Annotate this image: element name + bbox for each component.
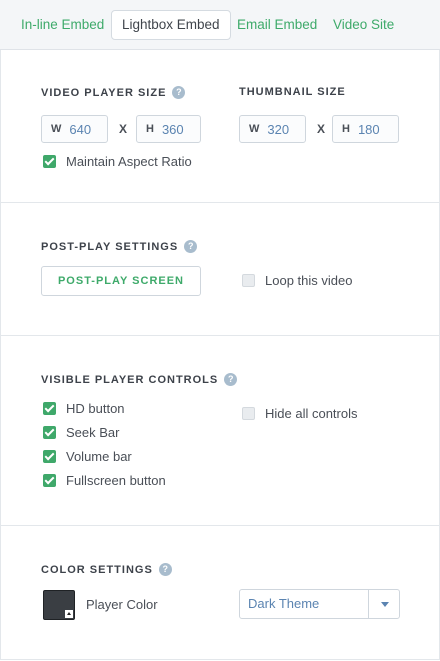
tab-lightbox-embed[interactable]: Lightbox Embed xyxy=(111,10,231,40)
thumbnail-height-field[interactable]: H 180 xyxy=(332,115,399,143)
select-divider xyxy=(368,590,369,618)
video-player-size-heading: VIDEO PLAYER SIZE ? xyxy=(41,86,186,99)
checkbox-unchecked-icon xyxy=(242,274,255,287)
checkbox-checked-icon xyxy=(43,402,56,415)
player-height-field[interactable]: H 360 xyxy=(136,115,201,143)
fullscreen-button-checkbox[interactable]: Fullscreen button xyxy=(43,473,166,488)
tab-email-embed[interactable]: Email Embed xyxy=(237,10,317,40)
help-icon[interactable]: ? xyxy=(184,240,198,253)
tab-inline-embed[interactable]: In-line Embed xyxy=(21,10,104,40)
hide-all-controls-checkbox[interactable]: Hide all controls xyxy=(242,406,358,421)
post-play-screen-button[interactable]: POST-PLAY SCREEN xyxy=(41,266,201,296)
player-color-label: Player Color xyxy=(86,597,158,612)
loop-video-checkbox[interactable]: Loop this video xyxy=(242,273,352,288)
help-icon[interactable]: ? xyxy=(224,373,238,386)
checkbox-checked-icon xyxy=(43,450,56,463)
volume-bar-checkbox[interactable]: Volume bar xyxy=(43,449,132,464)
dimension-separator: X xyxy=(119,122,128,136)
tab-video-site[interactable]: Video Site xyxy=(333,10,394,40)
help-icon[interactable]: ? xyxy=(158,563,172,576)
embed-tab-bar: In-line Embed Lightbox Embed Email Embed… xyxy=(0,0,440,50)
post-play-settings-heading: POST-PLAY SETTINGS ? xyxy=(41,240,198,253)
checkbox-checked-icon xyxy=(43,474,56,487)
help-icon[interactable]: ? xyxy=(172,86,186,99)
visible-player-controls-heading: VISIBLE PLAYER CONTROLS ? xyxy=(41,373,238,386)
size-settings-section: VIDEO PLAYER SIZE ? THUMBNAIL SIZE W 640… xyxy=(0,50,440,203)
hd-button-checkbox[interactable]: HD button xyxy=(43,401,125,416)
thumbnail-size-heading: THUMBNAIL SIZE xyxy=(239,86,346,98)
player-controls-section: VISIBLE PLAYER CONTROLS ? HD button Seek… xyxy=(0,336,440,526)
post-play-section: POST-PLAY SETTINGS ? POST-PLAY SCREEN Lo… xyxy=(0,203,440,336)
checkbox-checked-icon xyxy=(43,155,56,168)
color-settings-heading: COLOR SETTINGS ? xyxy=(41,563,172,576)
dimension-separator: X xyxy=(317,122,326,136)
chevron-down-icon xyxy=(381,602,389,607)
seek-bar-checkbox[interactable]: Seek Bar xyxy=(43,425,119,440)
player-width-field[interactable]: W 640 xyxy=(41,115,108,143)
checkbox-checked-icon xyxy=(43,426,56,439)
player-color-swatch[interactable] xyxy=(43,590,75,620)
theme-select[interactable]: Dark Theme xyxy=(239,589,400,619)
color-picker-icon xyxy=(65,610,73,618)
checkbox-unchecked-icon xyxy=(242,407,255,420)
maintain-aspect-ratio-checkbox[interactable]: Maintain Aspect Ratio xyxy=(43,154,192,169)
color-settings-section: COLOR SETTINGS ? Player Color Dark Theme xyxy=(0,526,440,660)
thumbnail-width-field[interactable]: W 320 xyxy=(239,115,306,143)
